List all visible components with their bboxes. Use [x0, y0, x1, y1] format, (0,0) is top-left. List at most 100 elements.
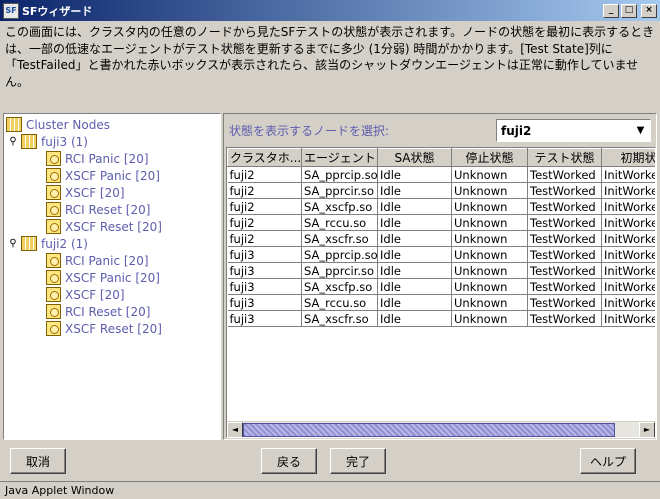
column-header-shutdown-state[interactable]: 停止状態 — [451, 148, 528, 167]
table-row[interactable]: fuji2 SA_rccu.so Idle Unknown TestWorked Init… — [227, 214, 655, 231]
table-cell: SA_xscfp.so — [301, 278, 378, 295]
tree-leaf-label: XSCF Panic [20] — [65, 270, 160, 285]
column-header-init-state[interactable]: 初期状態 — [601, 148, 655, 167]
tree-leaf[interactable]: XSCF [20] — [46, 184, 125, 201]
table-cell: SA_xscfr.so — [301, 230, 378, 247]
tree-leaf[interactable]: XSCF Reset [20] — [46, 320, 162, 337]
tree-leaf[interactable]: RCI Reset [20] — [46, 303, 150, 320]
tree-node-fuji3[interactable]: ⚲ fuji3 (1) — [8, 133, 88, 150]
applet-status-bar: Java Applet Window — [0, 481, 660, 499]
tree-leaf-label: XSCF Panic [20] — [65, 168, 160, 183]
node-select-dropdown[interactable]: fuji2 ▼ — [496, 119, 651, 142]
table-cell: fuji3 — [227, 310, 302, 327]
tree-leaf[interactable]: RCI Reset [20] — [46, 201, 150, 218]
column-header-agent[interactable]: エージェント — [301, 148, 378, 167]
table-row[interactable]: fuji3 SA_rccu.so Idle Unknown TestWorked Init… — [227, 294, 655, 311]
agent-icon — [46, 321, 61, 336]
table-cell: fuji2 — [227, 182, 302, 199]
table-cell: Unknown — [451, 214, 528, 231]
table-cell: InitWorked — [601, 230, 655, 247]
table-row[interactable]: fuji2 SA_pprcir.so Idle Unknown TestWorked In… — [227, 182, 655, 199]
table-cell: SA_xscfp.so — [301, 198, 378, 215]
scrollbar-track[interactable] — [243, 421, 639, 437]
table-cell: SA_xscfr.so — [301, 310, 378, 327]
agent-icon — [46, 202, 61, 217]
table-row[interactable]: fuji2 SA_xscfr.so Idle Unknown TestWorked Ini… — [227, 230, 655, 247]
table-cell: Idle — [377, 278, 452, 295]
tree-leaf-label: XSCF [20] — [65, 287, 125, 302]
column-header-sa-state[interactable]: SA状態 — [377, 148, 452, 167]
table-cell: Idle — [377, 198, 452, 215]
tree-leaf-label: RCI Reset [20] — [65, 202, 151, 217]
table-cell: TestWorked — [527, 310, 602, 327]
table-cell: InitWorked — [601, 294, 655, 311]
table-cell: InitWorked — [601, 182, 655, 199]
tree-leaf[interactable]: XSCF [20] — [46, 286, 125, 303]
table-cell: fuji2 — [227, 230, 302, 247]
tree-root[interactable]: Cluster Nodes — [6, 116, 110, 133]
table-cell: TestWorked — [527, 214, 602, 231]
cluster-tree[interactable]: Cluster Nodes ⚲ fuji3 (1) RCI Panic [20]… — [3, 113, 221, 440]
table-row[interactable]: fuji2 SA_pprcip.so Idle Unknown TestWorked In… — [227, 166, 655, 183]
table-cell: InitWorked — [601, 262, 655, 279]
table-cell: Idle — [377, 294, 452, 311]
tree-root-label: Cluster Nodes — [26, 117, 110, 132]
description-text: この画面には、クラスタ内の任意のノードから見たSFテストの状態が表示されます。ノ… — [5, 25, 655, 89]
table-cell: Unknown — [451, 198, 528, 215]
agent-icon — [46, 151, 61, 166]
table-cell: fuji2 — [227, 166, 302, 183]
table-cell: SA_rccu.so — [301, 294, 378, 311]
tree-leaf-label: RCI Panic [20] — [65, 253, 149, 268]
finish-button[interactable]: 完了 — [330, 448, 386, 474]
horizontal-scrollbar[interactable]: ◄ ► — [227, 421, 655, 437]
scroll-right-icon[interactable]: ► — [639, 421, 655, 437]
node-select-label: 状態を表示するノードを選択: — [229, 124, 390, 138]
agent-icon — [46, 168, 61, 183]
chevron-down-icon[interactable]: ▼ — [631, 121, 650, 140]
table-row[interactable]: fuji2 SA_xscfp.so Idle Unknown TestWorked Ini… — [227, 198, 655, 215]
table-cell: SA_rccu.so — [301, 214, 378, 231]
table-cell: fuji2 — [227, 214, 302, 231]
table-row[interactable]: fuji3 SA_xscfr.so Idle Unknown TestWorked Ini… — [227, 310, 655, 327]
agent-icon — [46, 304, 61, 319]
tree-leaf-label: XSCF Reset [20] — [65, 219, 162, 234]
cancel-button[interactable]: 取消 — [10, 448, 66, 474]
tree-leaf[interactable]: XSCF Panic [20] — [46, 167, 160, 184]
table-cell: InitWorked — [601, 198, 655, 215]
expand-handle-icon[interactable]: ⚲ — [8, 136, 18, 147]
table-cell: TestWorked — [527, 198, 602, 215]
status-panel: 状態を表示するノードを選択: fuji2 ▼ クラスタホ... エージェント S… — [223, 113, 657, 440]
table-row[interactable]: fuji3 SA_xscfp.so Idle Unknown TestWorked Ini… — [227, 278, 655, 295]
tree-leaf-label: RCI Panic [20] — [65, 151, 149, 166]
table-row[interactable]: fuji3 SA_pprcip.so Idle Unknown TestWorked In… — [227, 246, 655, 263]
expand-handle-icon[interactable]: ⚲ — [8, 238, 18, 249]
agent-icon — [46, 270, 61, 285]
scroll-left-icon[interactable]: ◄ — [227, 421, 243, 437]
help-button[interactable]: ヘルプ — [580, 448, 636, 474]
minimize-button[interactable]: _ — [603, 3, 619, 18]
table-cell: Unknown — [451, 262, 528, 279]
maximize-button[interactable]: □ — [621, 3, 637, 18]
back-button[interactable]: 戻る — [261, 448, 317, 474]
table-cell: Unknown — [451, 182, 528, 199]
column-header-test-state[interactable]: テスト状態 — [527, 148, 602, 167]
table-cell: TestWorked — [527, 246, 602, 263]
table-row[interactable]: fuji3 SA_pprcir.so Idle Unknown TestWorked In… — [227, 262, 655, 279]
scrollbar-thumb[interactable] — [243, 422, 616, 437]
tree-leaf[interactable]: RCI Panic [20] — [46, 252, 149, 269]
tree-node-fuji2[interactable]: ⚲ fuji2 (1) — [8, 235, 88, 252]
tree-leaf[interactable]: XSCF Reset [20] — [46, 218, 162, 235]
tree-leaf[interactable]: RCI Panic [20] — [46, 150, 149, 167]
agent-icon — [46, 287, 61, 302]
table-header-row: クラスタホ... エージェント SA状態 停止状態 テスト状態 初期状態 — [227, 148, 655, 167]
table-cell: TestWorked — [527, 278, 602, 295]
table-cell: Idle — [377, 214, 452, 231]
table-cell: SA_pprcir.so — [301, 262, 378, 279]
tree-leaf[interactable]: XSCF Panic [20] — [46, 269, 160, 286]
app-icon: SF — [3, 2, 19, 19]
column-header-cluster-host[interactable]: クラスタホ... — [227, 148, 302, 167]
tree-leaf-label: XSCF Reset [20] — [65, 321, 162, 336]
table-cell: Idle — [377, 166, 452, 183]
close-button[interactable]: × — [641, 3, 657, 18]
table-cell: InitWorked — [601, 214, 655, 231]
